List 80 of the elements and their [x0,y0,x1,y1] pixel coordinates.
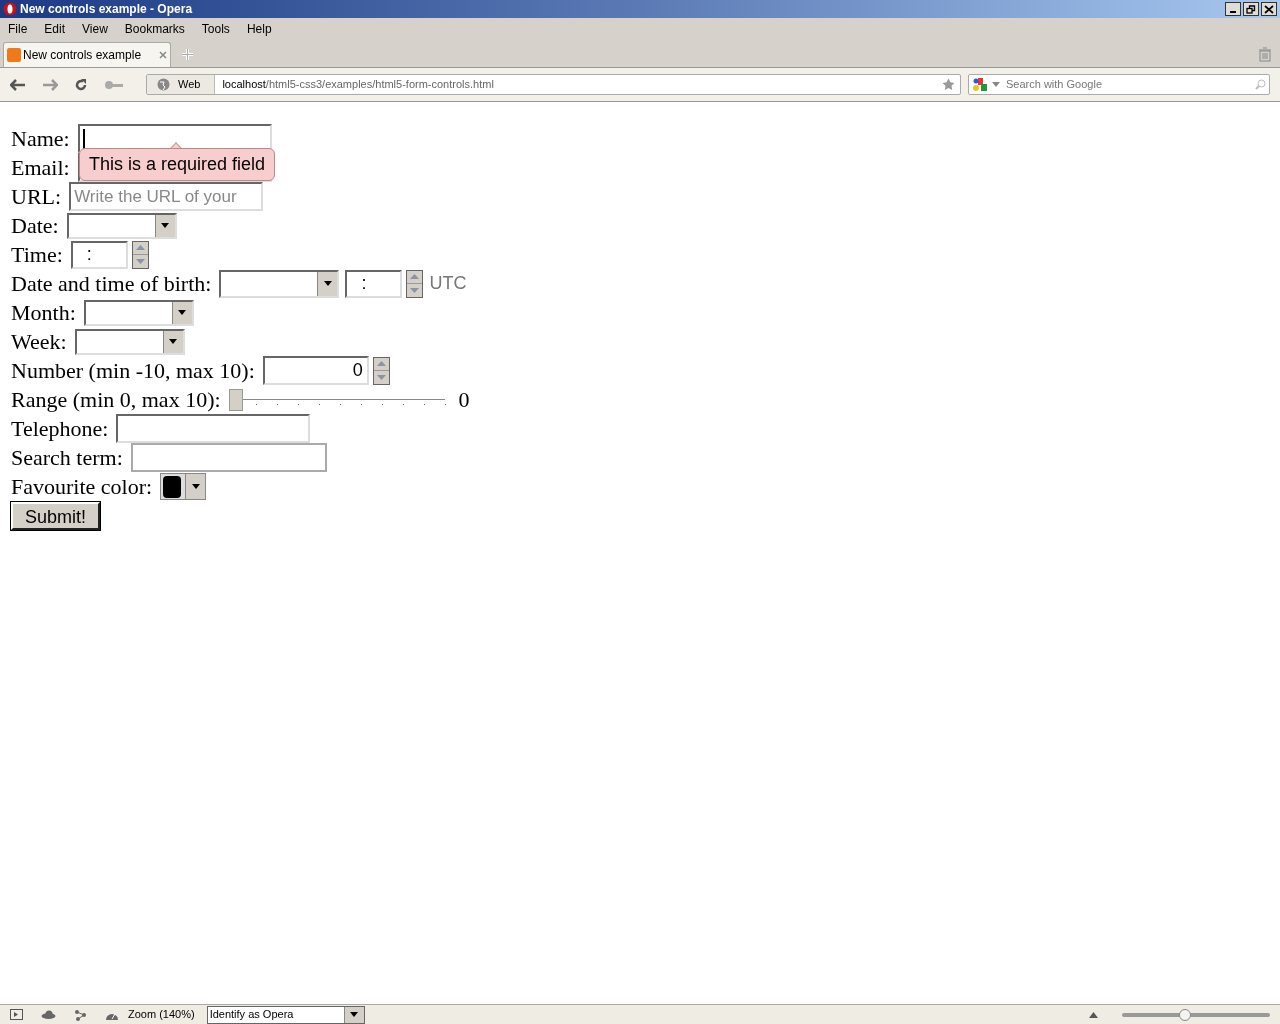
browser-tab[interactable]: New controls example [3,42,171,67]
text-field[interactable] [116,414,311,443]
field-label: Email: [11,154,70,182]
time-field[interactable]: : [70,240,128,269]
dropdown-button[interactable] [343,1006,364,1023]
range-value: 0 [458,386,470,414]
dropdown-button[interactable] [317,271,338,296]
dropdown-button[interactable] [185,474,206,499]
field-label: Date: [11,212,59,240]
restore-icon [1246,4,1256,14]
zoom-slider[interactable] [1122,1007,1270,1022]
date-select[interactable] [83,299,194,326]
share-icon[interactable] [74,1008,87,1021]
slider-thumb[interactable] [1179,1008,1192,1021]
cloud-icon[interactable] [41,1010,56,1019]
field-label: Number (min -10, max 10): [11,357,255,385]
back-icon[interactable] [10,78,26,91]
slider-thumb[interactable] [228,388,243,411]
color-picker[interactable] [160,473,207,500]
reload-icon[interactable] [74,77,88,92]
field-label: Time: [11,241,63,269]
minimize-button[interactable] [1225,2,1241,16]
menu-item[interactable]: Bookmarks [124,20,185,38]
web-label: Web [178,77,201,93]
menu-item[interactable]: Tools [201,20,230,38]
window-title: New controls example - Opera [20,1,193,18]
opera-logo-icon [3,2,17,16]
field-label: Telephone: [11,415,109,443]
caret-icon [191,484,200,489]
spin-buttons[interactable] [131,240,149,269]
close-button[interactable] [1261,2,1277,16]
field-label: Range (min 0, max 10): [11,386,221,414]
field-label: Week: [11,328,67,356]
caret-icon [178,310,187,315]
date-select[interactable] [219,269,340,298]
validation-tooltip: This is a required field [79,148,276,181]
globe-icon [157,78,170,91]
field-label: URL: [11,183,62,211]
address-bar[interactable]: Web localhost/html5-css3/examples/html5-form-controls.html [146,74,961,95]
spin-buttons[interactable] [372,356,390,385]
caret-up-icon[interactable] [1089,1011,1098,1018]
field-label: Favourite color: [11,473,153,501]
caret-icon [350,1012,359,1017]
number-field[interactable]: 0 [262,356,369,385]
menu-item[interactable]: File [8,20,28,38]
search-engine-icon[interactable] [972,77,988,92]
range-slider[interactable] [228,388,445,411]
minimize-icon [1230,11,1236,13]
dropdown-button[interactable] [162,330,183,353]
star-icon[interactable] [942,78,955,91]
field-label: Month: [11,299,76,327]
close-icon [1264,4,1274,14]
close-icon[interactable] [159,51,167,59]
text-field[interactable]: Write the URL of your [69,182,264,211]
identify-select[interactable]: Identify as Opera [206,1005,365,1024]
field-label: Name: [11,125,70,153]
restore-button[interactable] [1243,2,1259,16]
search-field[interactable]: Search with Google [968,74,1270,95]
field-label: Search term: [11,444,123,472]
menu-item[interactable]: Edit [44,20,66,38]
spin-buttons[interactable] [406,269,424,298]
favicon-icon [7,48,21,62]
date-select[interactable] [66,212,177,239]
search-field[interactable] [130,443,327,472]
time-field[interactable]: : [345,269,403,298]
submit-button[interactable]: Submit! [11,502,101,530]
caret-icon[interactable] [992,82,1000,87]
dropdown-button[interactable] [154,214,175,237]
menu-item[interactable]: Help [246,20,272,38]
zoom-label[interactable]: Zoom (140%) [128,1006,195,1023]
timezone-label: UTC [429,272,467,295]
field-label: Date and time of birth: [11,270,212,298]
caret-icon [323,281,332,286]
date-select[interactable] [74,328,185,355]
url-text: localhost/html5-css3/examples/html5-form-controls.html [222,77,494,93]
panel-icon[interactable] [10,1009,23,1020]
menu-item[interactable]: View [82,20,108,38]
caret-icon [161,223,170,228]
caret-icon [169,339,178,344]
dropdown-button[interactable] [171,301,192,324]
